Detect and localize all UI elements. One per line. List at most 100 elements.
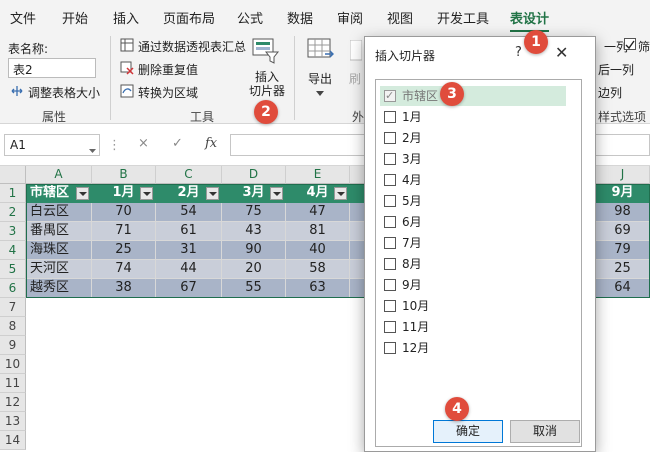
slicer-field-item[interactable]: 市辖区 xyxy=(380,86,566,106)
slicer-field-item[interactable]: 9月 xyxy=(380,275,570,295)
row-header[interactable]: 1 xyxy=(0,184,26,203)
checkbox-icon[interactable] xyxy=(384,195,396,207)
summarize-pivot-button[interactable]: 通过数据透视表汇总 xyxy=(138,38,246,55)
function-icon[interactable]: fx xyxy=(205,136,217,151)
cancel-icon[interactable]: × xyxy=(138,136,149,151)
filter-checkbox[interactable] xyxy=(624,38,636,50)
row-header[interactable]: 3 xyxy=(0,222,26,241)
select-all-corner[interactable] xyxy=(0,166,26,184)
tab-table-design[interactable]: 表设计 xyxy=(510,8,550,33)
checkbox-icon[interactable] xyxy=(384,342,396,354)
slicer-field-item[interactable]: 3月 xyxy=(380,149,570,169)
insert-slicer-label-2[interactable]: 切片器 xyxy=(249,82,285,99)
table-header-cell[interactable]: 9月 xyxy=(596,184,650,203)
table-cell[interactable]: 75 xyxy=(222,203,286,222)
slicer-field-item[interactable]: 1月 xyxy=(380,107,570,127)
filter-dropdown-icon[interactable] xyxy=(334,187,347,200)
table-header-cell[interactable]: 3月 xyxy=(222,184,286,203)
table-cell[interactable]: 63 xyxy=(286,279,350,298)
checkbox-icon[interactable] xyxy=(384,132,396,144)
slicer-field-item[interactable]: 7月 xyxy=(380,233,570,253)
table-header-cell[interactable]: 2月 xyxy=(156,184,222,203)
checkbox-icon[interactable] xyxy=(384,279,396,291)
table-cell[interactable]: 55 xyxy=(222,279,286,298)
table-cell[interactable]: 54 xyxy=(156,203,222,222)
column-header-b[interactable]: B xyxy=(92,166,156,184)
name-box[interactable]: A1 xyxy=(4,134,100,156)
filter-dropdown-icon[interactable] xyxy=(76,187,89,200)
tab-data[interactable]: 数据 xyxy=(287,8,313,27)
table-cell[interactable]: 海珠区 xyxy=(26,241,92,260)
table-cell[interactable]: 47 xyxy=(286,203,350,222)
remove-duplicates-button[interactable]: 删除重复值 xyxy=(138,61,198,78)
chevron-down-icon[interactable] xyxy=(89,142,96,156)
table-header-cell[interactable]: 4月 xyxy=(286,184,350,203)
table-cell[interactable]: 43 xyxy=(222,222,286,241)
tab-page-layout[interactable]: 页面布局 xyxy=(163,8,215,27)
table-cell[interactable]: 天河区 xyxy=(26,260,92,279)
close-icon[interactable]: ✕ xyxy=(555,43,568,62)
table-cell[interactable]: 越秀区 xyxy=(26,279,92,298)
table-cell[interactable]: 79 xyxy=(596,241,650,260)
slicer-field-item[interactable]: 12月 xyxy=(380,338,570,358)
column-header-a[interactable]: A xyxy=(26,166,92,184)
row-header[interactable]: 5 xyxy=(0,260,26,279)
tab-review[interactable]: 审阅 xyxy=(337,8,363,27)
tab-file[interactable]: 文件 xyxy=(10,8,36,27)
row-header[interactable]: 13 xyxy=(0,412,26,431)
checkbox-icon[interactable] xyxy=(384,216,396,228)
filter-dropdown-icon[interactable] xyxy=(140,187,153,200)
table-cell[interactable]: 40 xyxy=(286,241,350,260)
slicer-field-item[interactable]: 4月 xyxy=(380,170,570,190)
row-header[interactable]: 2 xyxy=(0,203,26,222)
refresh-button[interactable]: 刷 xyxy=(349,70,361,87)
help-icon[interactable]: ? xyxy=(515,45,522,60)
slicer-field-item[interactable]: 5月 xyxy=(380,191,570,211)
table-cell[interactable]: 69 xyxy=(596,222,650,241)
checkbox-icon[interactable] xyxy=(384,111,396,123)
filter-dropdown-icon[interactable] xyxy=(206,187,219,200)
slicer-field-item[interactable]: 6月 xyxy=(380,212,570,232)
checkbox-icon[interactable] xyxy=(384,153,396,165)
cancel-button[interactable]: 取消 xyxy=(510,420,580,443)
checkbox-icon[interactable] xyxy=(384,258,396,270)
banded-columns-option[interactable]: 边列 xyxy=(598,84,622,101)
table-cell[interactable]: 20 xyxy=(222,260,286,279)
checkbox-icon[interactable] xyxy=(384,237,396,249)
resize-table-button[interactable]: 调整表格大小 xyxy=(28,84,100,101)
tab-insert[interactable]: 插入 xyxy=(113,8,139,27)
row-header[interactable]: 7 xyxy=(0,298,26,317)
tab-formulas[interactable]: 公式 xyxy=(237,8,263,27)
table-cell[interactable]: 25 xyxy=(92,241,156,260)
column-header-e[interactable]: E xyxy=(286,166,350,184)
slicer-field-item[interactable]: 2月 xyxy=(380,128,570,148)
tab-home[interactable]: 开始 xyxy=(62,8,88,27)
row-header[interactable]: 12 xyxy=(0,393,26,412)
table-cell[interactable]: 64 xyxy=(596,279,650,298)
tab-view[interactable]: 视图 xyxy=(387,8,413,27)
column-header-j[interactable]: J xyxy=(596,166,650,184)
row-header[interactable]: 4 xyxy=(0,241,26,260)
table-cell[interactable]: 番禺区 xyxy=(26,222,92,241)
checkbox-checked-icon[interactable] xyxy=(384,86,396,106)
confirm-icon[interactable]: ✓ xyxy=(172,136,183,151)
filter-dropdown-icon[interactable] xyxy=(270,187,283,200)
table-name-input[interactable]: 表2 xyxy=(8,58,96,78)
checkbox-icon[interactable] xyxy=(384,321,396,333)
table-header-cell[interactable]: 1月 xyxy=(92,184,156,203)
row-header[interactable]: 10 xyxy=(0,355,26,374)
convert-range-button[interactable]: 转换为区域 xyxy=(138,84,198,101)
table-cell[interactable]: 白云区 xyxy=(26,203,92,222)
row-header[interactable]: 9 xyxy=(0,336,26,355)
ok-button[interactable]: 确定 xyxy=(433,420,503,443)
row-header[interactable]: 14 xyxy=(0,431,26,450)
table-cell[interactable]: 70 xyxy=(92,203,156,222)
row-header[interactable]: 8 xyxy=(0,317,26,336)
tab-developer[interactable]: 开发工具 xyxy=(437,8,489,27)
table-cell[interactable]: 58 xyxy=(286,260,350,279)
table-cell[interactable]: 71 xyxy=(92,222,156,241)
table-cell[interactable]: 44 xyxy=(156,260,222,279)
slicer-field-item[interactable]: 10月 xyxy=(380,296,570,316)
table-cell[interactable]: 81 xyxy=(286,222,350,241)
column-header-d[interactable]: D xyxy=(222,166,286,184)
